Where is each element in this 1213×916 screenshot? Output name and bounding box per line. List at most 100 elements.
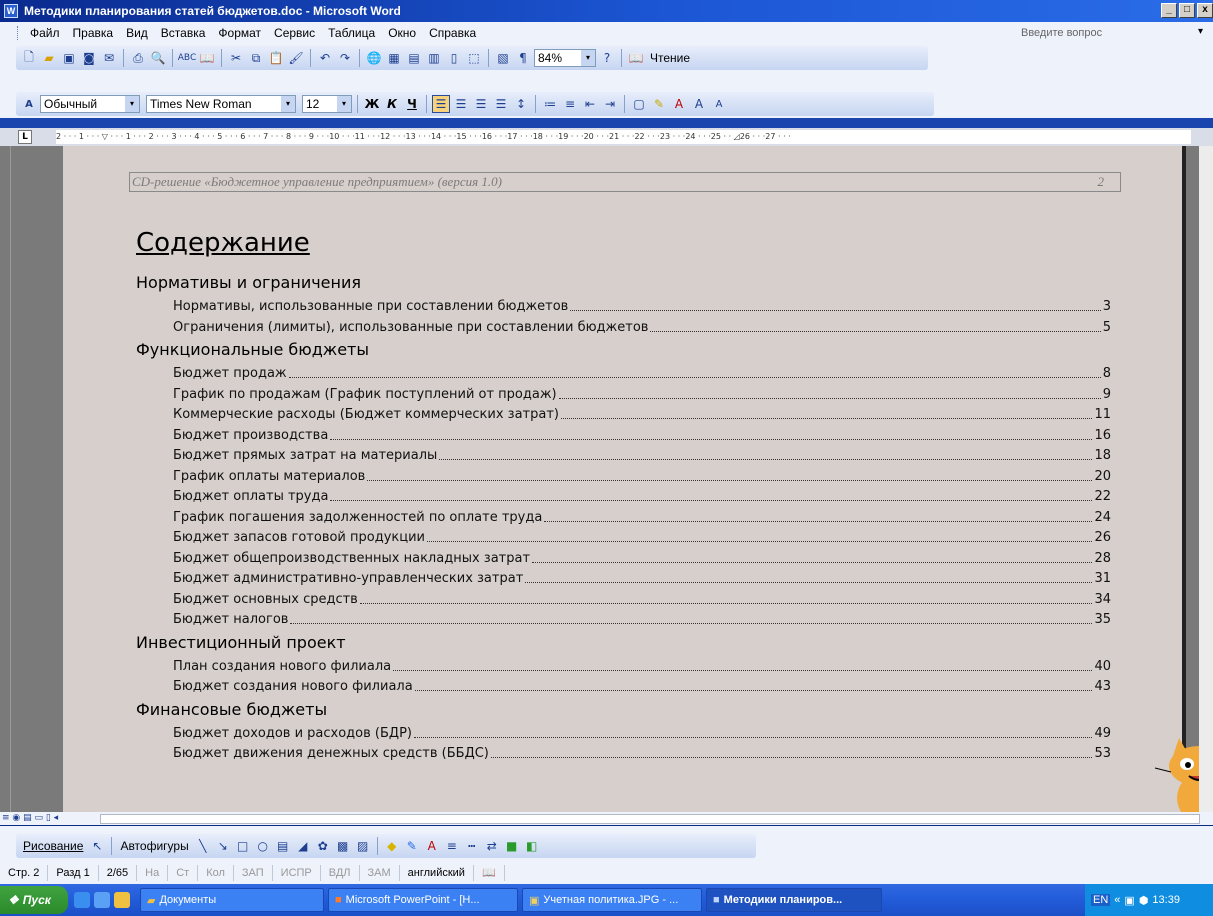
dash-style-icon[interactable]: ┅ bbox=[463, 837, 481, 855]
cut-icon[interactable]: ✂ bbox=[227, 49, 245, 67]
paste-icon[interactable]: 📋 bbox=[267, 49, 285, 67]
status-trk[interactable]: ИСПР bbox=[273, 865, 321, 881]
zoom-select[interactable]: 84% ▾ bbox=[534, 49, 596, 67]
hyperlink-icon[interactable]: 🌐 bbox=[365, 49, 383, 67]
tray-network-icon[interactable]: ⬢ bbox=[1139, 894, 1149, 907]
borders-icon[interactable]: ▢ bbox=[630, 95, 648, 113]
toc-entry[interactable]: График оплаты материалов 20 bbox=[173, 466, 1111, 484]
format-painter-icon[interactable]: 🖌 bbox=[287, 49, 305, 67]
toc-entry[interactable]: График по продажам (График поступлений о… bbox=[173, 384, 1111, 402]
help-icon[interactable]: ? bbox=[598, 49, 616, 67]
picture-icon[interactable]: ▨ bbox=[354, 837, 372, 855]
underline-button[interactable]: Ч bbox=[403, 95, 421, 113]
toc-section-heading[interactable]: Нормативы и ограничения bbox=[136, 273, 361, 292]
print-preview-icon[interactable]: 🔍 bbox=[149, 49, 167, 67]
line-color-icon[interactable]: ✎ bbox=[403, 837, 421, 855]
font-select[interactable]: Times New Roman ▾ bbox=[146, 95, 296, 113]
zoom-dropdown-icon[interactable]: ▾ bbox=[581, 50, 595, 66]
arrow-tool-icon[interactable]: ↘ bbox=[214, 837, 232, 855]
menu-view[interactable]: Вид bbox=[126, 26, 148, 40]
horizontal-scrollbar[interactable] bbox=[100, 814, 1200, 824]
line-style-icon[interactable]: ≡ bbox=[443, 837, 461, 855]
tables-borders-icon[interactable]: ▦ bbox=[385, 49, 403, 67]
menu-window[interactable]: Окно bbox=[388, 26, 416, 40]
select-objects-icon[interactable]: ↖ bbox=[88, 837, 106, 855]
size-dropdown-icon[interactable]: ▾ bbox=[337, 96, 351, 112]
tab-selector-icon[interactable]: L bbox=[18, 130, 32, 144]
research-icon[interactable]: 📖 bbox=[198, 49, 216, 67]
permission-icon[interactable]: ◙ bbox=[80, 49, 98, 67]
ask-question-input[interactable]: Введите вопрос bbox=[1017, 25, 1187, 41]
bullets-icon[interactable]: ≡ bbox=[561, 95, 579, 113]
copy-icon[interactable]: ⧉ bbox=[247, 49, 265, 67]
read-icon[interactable]: 📖 bbox=[627, 49, 645, 67]
insert-table-icon[interactable]: ▤ bbox=[405, 49, 423, 67]
toc-entry[interactable]: Бюджет основных средств 34 bbox=[173, 589, 1111, 607]
align-center-icon[interactable]: ☰ bbox=[452, 95, 470, 113]
maximize-button[interactable]: □ bbox=[1179, 3, 1195, 18]
toc-entry[interactable]: Нормативы, использованные при составлени… bbox=[173, 296, 1111, 314]
menu-table[interactable]: Таблица bbox=[328, 26, 375, 40]
open-folder-icon[interactable]: ▰ bbox=[40, 49, 58, 67]
document-page[interactable]: CD-решение «Бюджетное управление предпри… bbox=[63, 146, 1213, 812]
read-button[interactable]: Чтение bbox=[647, 51, 693, 65]
toc-entry[interactable]: Бюджет общепроизводственных накладных за… bbox=[173, 548, 1111, 566]
wordart-icon[interactable]: ◢ bbox=[294, 837, 312, 855]
tray-app-icon[interactable]: ▣ bbox=[1124, 894, 1134, 907]
toc-entry[interactable]: Коммерческие расходы (Бюджет коммерчески… bbox=[173, 404, 1111, 422]
drawing-font-color-icon[interactable]: A bbox=[423, 837, 441, 855]
font-size-select[interactable]: 12 ▾ bbox=[302, 95, 352, 113]
menu-file[interactable]: Файл bbox=[30, 26, 60, 40]
font-dropdown-icon[interactable]: ▾ bbox=[281, 96, 295, 112]
window-title-bar[interactable]: W Методики планирования статей бюджетов.… bbox=[0, 0, 1213, 22]
style-dropdown-icon[interactable]: ▾ bbox=[125, 96, 139, 112]
email-icon[interactable]: ✉ bbox=[100, 49, 118, 67]
clipart-icon[interactable]: ▩ bbox=[334, 837, 352, 855]
status-ext[interactable]: ВДЛ bbox=[321, 865, 360, 881]
arrow-style-icon[interactable]: ⇄ bbox=[483, 837, 501, 855]
menu-help[interactable]: Справка bbox=[429, 26, 476, 40]
autoshapes-button[interactable]: Автофигуры bbox=[117, 839, 191, 853]
tray-expand-icon[interactable]: « bbox=[1114, 894, 1120, 906]
menu-edit[interactable]: Правка bbox=[73, 26, 114, 40]
browser-icon[interactable] bbox=[94, 892, 110, 908]
justify-icon[interactable]: ☰ bbox=[492, 95, 510, 113]
italic-button[interactable]: К bbox=[383, 95, 401, 113]
status-rec[interactable]: ЗАП bbox=[234, 865, 273, 881]
toc-section-heading[interactable]: Функциональные бюджеты bbox=[136, 340, 369, 359]
ie-icon[interactable] bbox=[74, 892, 90, 908]
decrease-indent-icon[interactable]: ⇤ bbox=[581, 95, 599, 113]
toc-entry[interactable]: Бюджет запасов готовой продукции 26 bbox=[173, 527, 1111, 545]
highlight-icon[interactable]: ✎ bbox=[650, 95, 668, 113]
grow-font-icon[interactable]: A bbox=[690, 95, 708, 113]
toc-entry[interactable]: Бюджет производства 16 bbox=[173, 425, 1111, 443]
align-left-icon[interactable]: ☰ bbox=[432, 95, 450, 113]
toc-section-heading[interactable]: Финансовые бюджеты bbox=[136, 700, 327, 719]
toc-entry[interactable]: Бюджет движения денежных средств (ББДС) 5… bbox=[173, 743, 1111, 761]
styles-icon[interactable]: A bbox=[20, 95, 38, 113]
oval-tool-icon[interactable]: ○ bbox=[254, 837, 272, 855]
insert-excel-icon[interactable]: ▥ bbox=[425, 49, 443, 67]
horizontal-ruler[interactable]: 2 · · · 1 · · · ▽ · · · 1 · · · 2 · · · … bbox=[56, 130, 1191, 144]
language-indicator[interactable]: EN bbox=[1091, 894, 1111, 906]
view-buttons[interactable]: ≡ ◉ ▤ ▭ ▯ ◂ bbox=[0, 812, 100, 825]
increase-indent-icon[interactable]: ⇥ bbox=[601, 95, 619, 113]
toc-entry[interactable]: Ограничения (лимиты), использованные при… bbox=[173, 317, 1111, 335]
save-icon[interactable]: ▣ bbox=[60, 49, 78, 67]
word-app-icon[interactable]: W bbox=[4, 4, 18, 18]
start-button[interactable]: ❖ Пуск bbox=[0, 886, 68, 914]
menu-insert[interactable]: Вставка bbox=[161, 26, 206, 40]
document-map-icon[interactable]: ▧ bbox=[494, 49, 512, 67]
drawing-icon[interactable]: ⬚ bbox=[465, 49, 483, 67]
status-language[interactable]: английский bbox=[400, 865, 474, 881]
task-documents[interactable]: ▰ Документы bbox=[140, 888, 324, 912]
toc-entry[interactable]: Бюджет оплаты труда 22 bbox=[173, 486, 1111, 504]
font-color-icon[interactable]: A bbox=[670, 95, 688, 113]
toc-entry[interactable]: График погашения задолженностей по оплат… bbox=[173, 507, 1111, 525]
line-spacing-icon[interactable]: ↕ bbox=[512, 95, 530, 113]
vertical-scrollbar[interactable] bbox=[1199, 146, 1213, 812]
print-icon[interactable]: ⎙ bbox=[129, 49, 147, 67]
fill-color-icon[interactable]: ◆ bbox=[383, 837, 401, 855]
style-select[interactable]: Обычный ▾ bbox=[40, 95, 140, 113]
toc-entry[interactable]: Бюджет налогов 35 bbox=[173, 609, 1111, 627]
